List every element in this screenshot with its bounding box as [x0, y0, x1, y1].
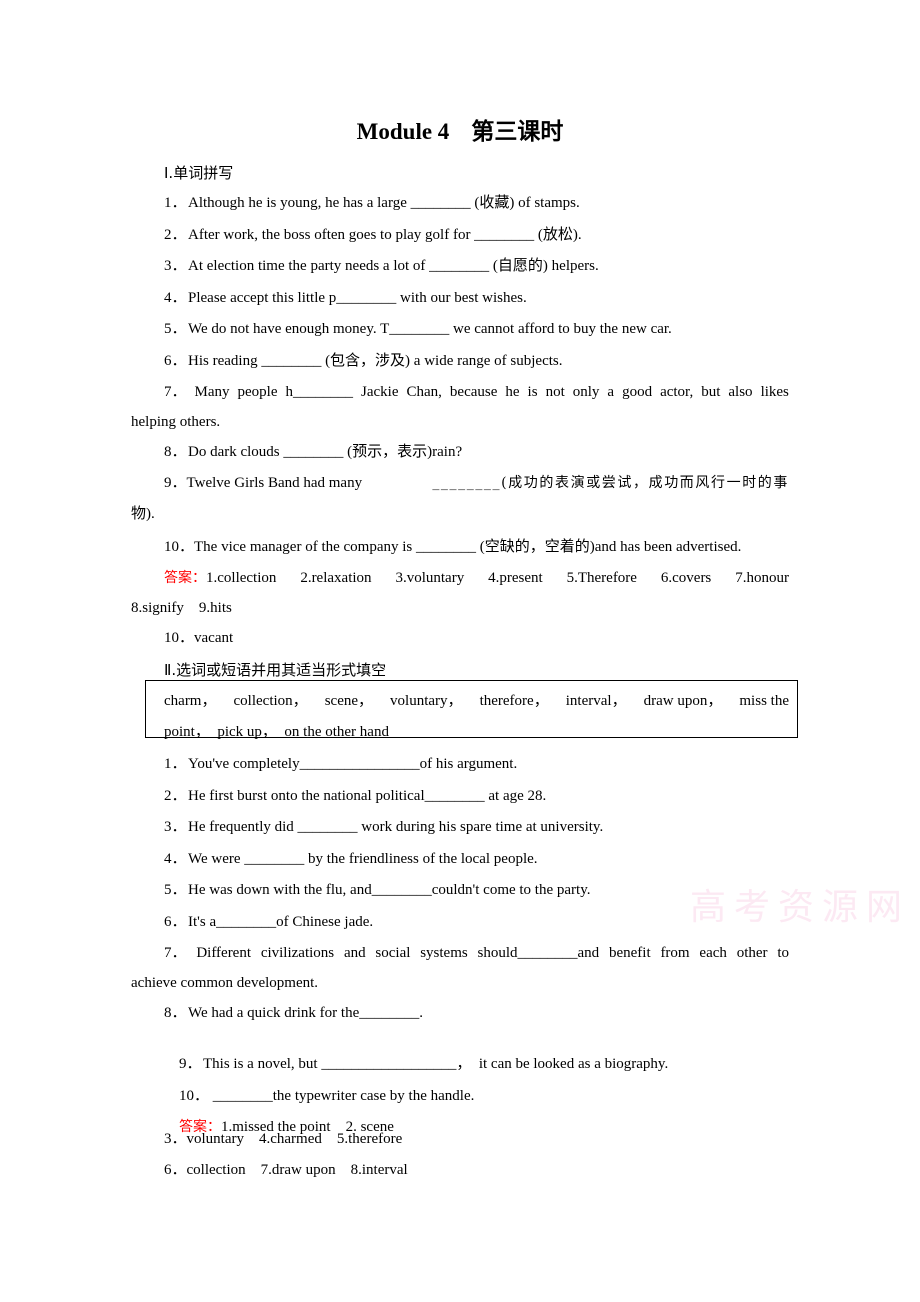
s1-item-7-line1: 7． Many people h________ Jackie Chan, be… [164, 384, 789, 400]
word-bank-line2: point， pick up， on the other hand [164, 724, 389, 740]
s1-item-9-line1: 9．Twelve Girls Band had many ________(成功… [164, 475, 789, 491]
s1-item-4: 4．Please accept this little p________ wi… [164, 290, 527, 306]
s2-item-7-line2: achieve common development. [131, 975, 319, 991]
s2-item-6: 6．It's a________of Chinese jade. [164, 914, 374, 930]
page-title: Module 4 第三课时 [0, 112, 920, 146]
s1-item-7-line2: helping others. [131, 414, 221, 430]
watermark: 高考资源网 [690, 887, 911, 928]
s2-answer-line3: 6．collection 7.draw upon 8.interval [164, 1162, 408, 1178]
section1-heading: Ⅰ.单词拼写 [164, 164, 234, 182]
s1-item-6: 6．His reading ________ (包含，涉及) a wide ra… [164, 353, 563, 369]
s1-answer-line2: 8.signify 9.hits [131, 600, 232, 616]
s1-item-9-line2: 物). [131, 506, 155, 522]
s1-item-5: 5．We do not have enough money. T________… [164, 321, 672, 337]
s2-item-5: 5．He was down with the flu, and________c… [164, 882, 591, 898]
s2-item-3: 3．He frequently did ________ work during… [164, 819, 604, 835]
s1-item-3: 3．At election time the party needs a lot… [164, 258, 599, 274]
s2-item-8: 8．We had a quick drink for the________. [164, 1005, 423, 1021]
s1-answer-line3: 10．vacant [164, 630, 234, 646]
s2-item-4: 4．We were ________ by the friendliness o… [164, 851, 538, 867]
document-page: Module 4 第三课时 Ⅰ.单词拼写 1．Although he is you… [0, 0, 920, 1302]
answer-label: 答案： [164, 570, 206, 586]
s2-item-1: 1．You've completely________________of hi… [164, 756, 518, 772]
word-bank-line1: charm， collection， scene， voluntary， the… [164, 693, 789, 709]
s1-item-2: 2．After work, the boss often goes to pla… [164, 227, 582, 243]
s1-item-10: 10．The vice manager of the company is __… [164, 539, 742, 555]
s1-item-1: 1．Although he is young, he has a large _… [164, 195, 580, 211]
s1-answer-line1: 答案：1.collection 2.relaxation 3.voluntary… [164, 570, 789, 586]
s2-item-7-line1: 7． Different civilizations and social sy… [164, 945, 789, 961]
s2-answer-line2: 3．voluntary 4.charmed 5.therefore [164, 1131, 403, 1147]
title-module: Module 4 [356, 119, 450, 144]
s2-item-2: 2．He first burst onto the national polit… [164, 788, 547, 804]
s1-item-8: 8．Do dark clouds ________ (预示，表示)rain? [164, 444, 463, 460]
title-lesson: 第三课时 [471, 119, 564, 145]
section2-heading: Ⅱ.选词或短语并用其适当形式填空 [164, 661, 387, 679]
